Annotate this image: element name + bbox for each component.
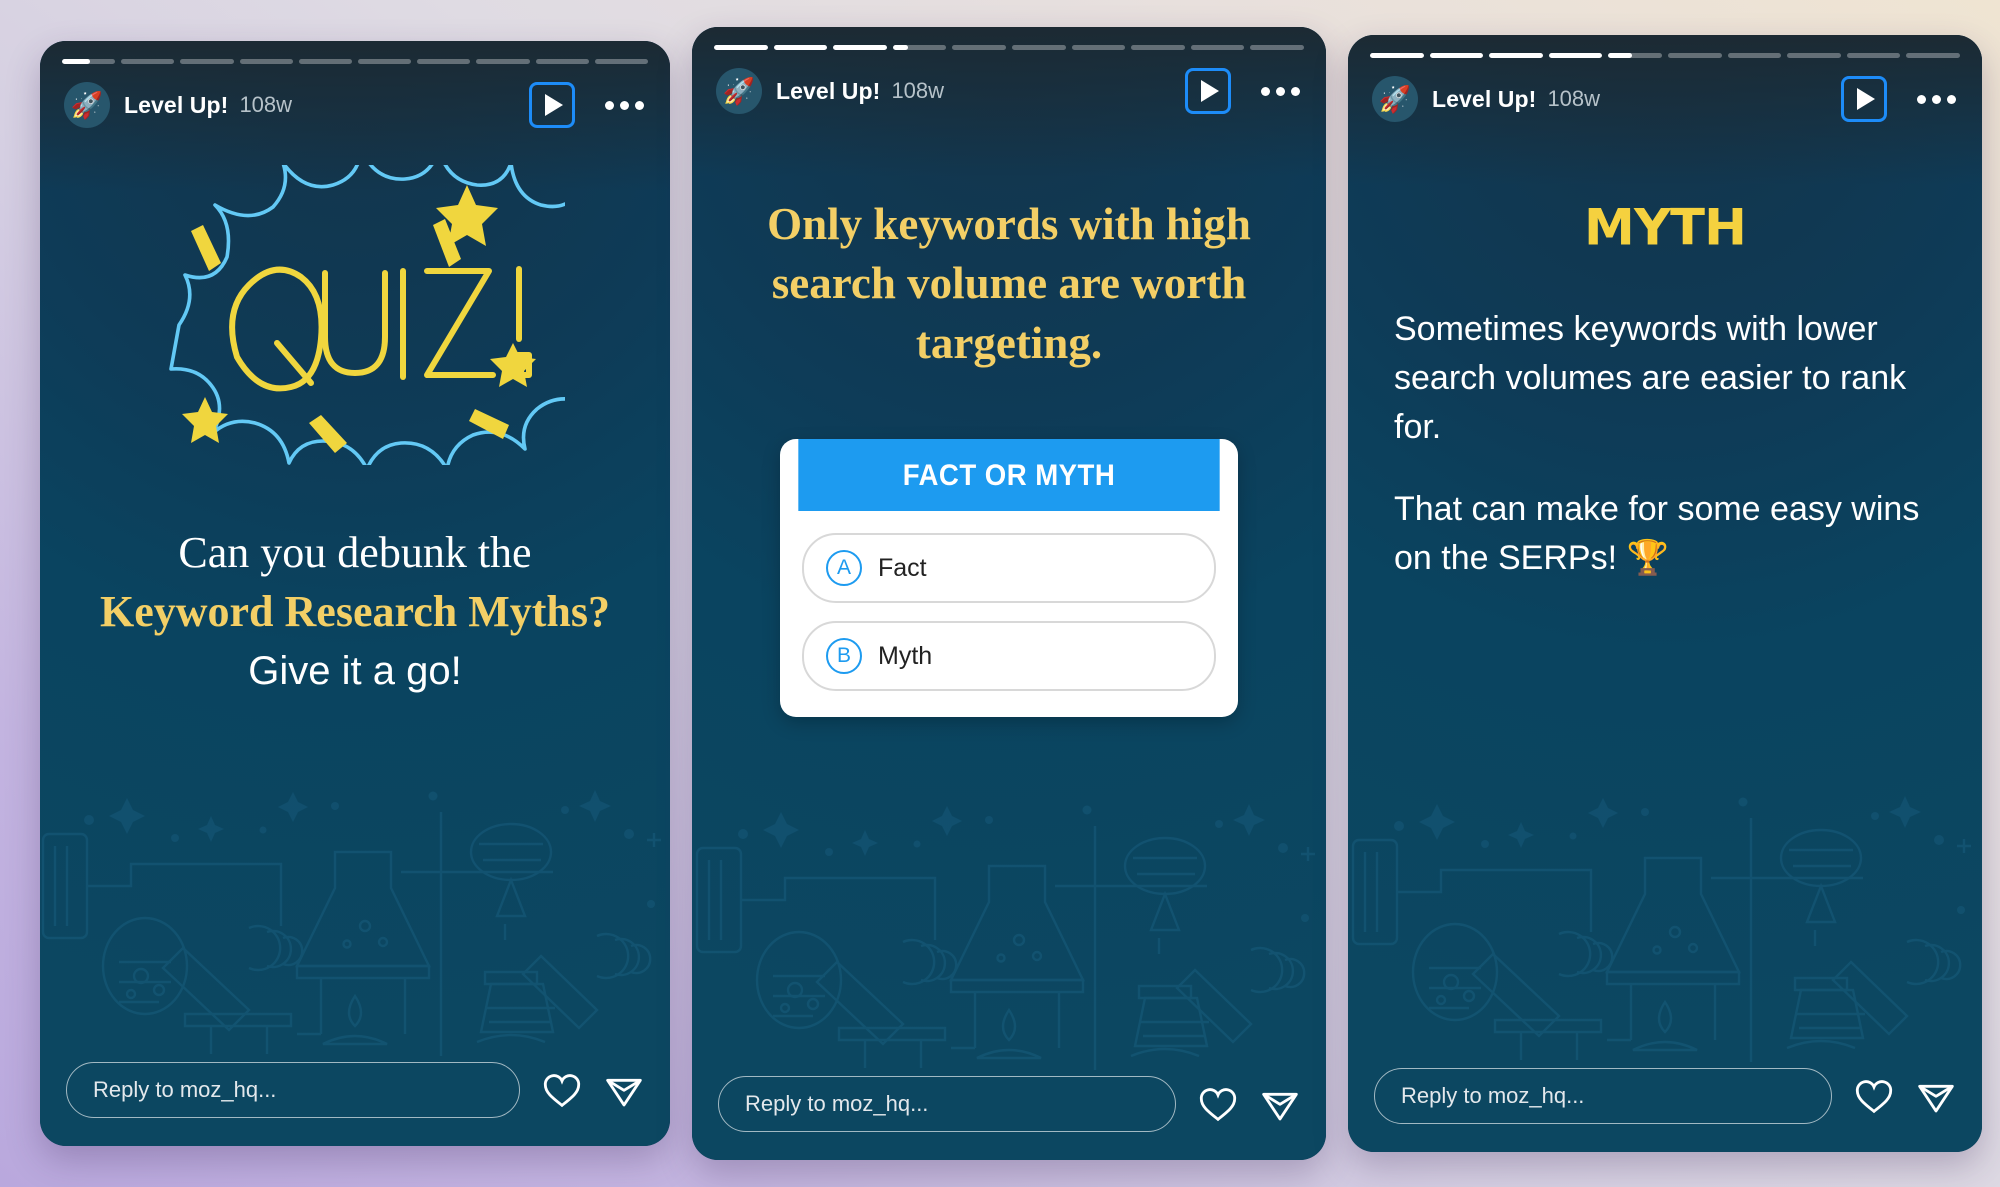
story-content: Can you debunk the Keyword Research Myth… bbox=[40, 151, 670, 1041]
progress-segment[interactable] bbox=[1011, 45, 1066, 50]
stories-row: 🚀 Level Up! 108w Can you debunk the Keyw… bbox=[0, 0, 2000, 1187]
option-letter-b: B bbox=[826, 638, 862, 675]
heart-icon[interactable] bbox=[1198, 1085, 1238, 1123]
more-options-icon[interactable] bbox=[605, 100, 644, 110]
progress-segment[interactable] bbox=[1906, 53, 1960, 58]
option-letter-a: A bbox=[826, 550, 862, 587]
rocket-icon[interactable]: 🚀 bbox=[64, 82, 110, 128]
progress-segment[interactable] bbox=[535, 59, 589, 64]
myth-verdict-text: MYTH bbox=[1584, 199, 1746, 256]
progress-segment[interactable] bbox=[892, 45, 947, 50]
story-card-answer[interactable]: 🚀 Level Up! 108w MYTH Sometimes keywords… bbox=[1348, 35, 1982, 1152]
play-button[interactable] bbox=[1185, 68, 1231, 114]
story-card-question[interactable]: 🚀 Level Up! 108w Only keywords with high… bbox=[692, 27, 1326, 1160]
progress-segment[interactable] bbox=[952, 45, 1006, 50]
rocket-icon[interactable]: 🚀 bbox=[716, 68, 762, 114]
caption-line-2: Keyword Research Myths? bbox=[100, 586, 610, 636]
account-name[interactable]: Level Up! bbox=[124, 92, 228, 119]
story-header: 🚀 Level Up! 108w bbox=[1348, 35, 1982, 122]
progress-segment[interactable] bbox=[833, 45, 887, 50]
progress-segment[interactable] bbox=[1131, 45, 1185, 50]
progress-segment[interactable] bbox=[298, 59, 353, 64]
progress-segment[interactable] bbox=[1370, 53, 1424, 58]
story-caption: Can you debunk the Keyword Research Myth… bbox=[78, 527, 632, 695]
progress-segment[interactable] bbox=[358, 59, 412, 64]
heart-icon[interactable] bbox=[1854, 1077, 1894, 1115]
story-footer bbox=[1348, 1052, 1982, 1152]
story-timestamp: 108w bbox=[891, 78, 945, 103]
quiz-card-header: FACT OR MYTH bbox=[798, 439, 1220, 512]
story-card-quiz-intro[interactable]: 🚀 Level Up! 108w Can you debunk the Keyw… bbox=[40, 41, 670, 1146]
story-footer bbox=[692, 1060, 1326, 1160]
more-options-icon[interactable] bbox=[1917, 94, 1956, 104]
play-icon bbox=[1857, 88, 1875, 110]
progress-segment[interactable] bbox=[180, 59, 234, 64]
reply-input[interactable] bbox=[66, 1062, 520, 1118]
story-header: 🚀 Level Up! 108w bbox=[40, 41, 670, 128]
progress-segment[interactable] bbox=[1071, 45, 1126, 50]
account-name[interactable]: Level Up! bbox=[776, 78, 880, 105]
progress-segment[interactable] bbox=[1608, 53, 1662, 58]
story-content: MYTH Sometimes keywords with lower searc… bbox=[1348, 145, 1982, 1047]
caption-line-3: Give it a go! bbox=[248, 648, 462, 693]
send-icon[interactable] bbox=[1916, 1076, 1956, 1116]
play-icon bbox=[545, 94, 563, 116]
caption-line-1: Can you debunk the bbox=[178, 528, 532, 577]
progress-segment[interactable] bbox=[594, 59, 649, 64]
progress-segment[interactable] bbox=[1429, 53, 1484, 58]
question-headline: Only keywords with high search volume ar… bbox=[767, 199, 1251, 368]
story-header: 🚀 Level Up! 108w bbox=[692, 27, 1326, 114]
story-footer bbox=[40, 1046, 670, 1146]
play-button[interactable] bbox=[529, 82, 575, 128]
option-label-a: Fact bbox=[878, 553, 927, 582]
send-icon[interactable] bbox=[604, 1070, 644, 1110]
heart-icon[interactable] bbox=[542, 1071, 582, 1109]
progress-segment[interactable] bbox=[714, 45, 768, 50]
progress-segment[interactable] bbox=[1727, 53, 1782, 58]
rocket-icon[interactable]: 🚀 bbox=[1372, 76, 1418, 122]
progress-segment[interactable] bbox=[1846, 53, 1901, 58]
option-label-b: Myth bbox=[878, 641, 933, 670]
progress-segment[interactable] bbox=[239, 59, 293, 64]
answer-body: Sometimes keywords with lower search vol… bbox=[1386, 305, 1944, 584]
progress-segment[interactable] bbox=[1787, 53, 1841, 58]
story-timestamp: 108w bbox=[1547, 86, 1601, 111]
story-timestamp: 108w bbox=[239, 92, 293, 117]
progress-segment[interactable] bbox=[1489, 53, 1543, 58]
progress-segment[interactable] bbox=[1190, 45, 1245, 50]
quiz-option-a[interactable]: A Fact bbox=[802, 533, 1216, 604]
progress-segment[interactable] bbox=[773, 45, 828, 50]
account-name[interactable]: Level Up! bbox=[1432, 86, 1536, 113]
myth-verdict-graphic: MYTH bbox=[1584, 199, 1747, 256]
send-icon[interactable] bbox=[1260, 1084, 1300, 1124]
story-progress-bars[interactable] bbox=[62, 59, 649, 64]
quiz-option-b[interactable]: B Myth bbox=[802, 621, 1216, 692]
reply-input[interactable] bbox=[1374, 1068, 1832, 1124]
progress-segment[interactable] bbox=[1250, 45, 1304, 50]
story-content: Only keywords with high search volume ar… bbox=[692, 137, 1326, 1055]
more-options-icon[interactable] bbox=[1261, 86, 1300, 96]
story-progress-bars[interactable] bbox=[1370, 53, 1960, 58]
quiz-burst-graphic bbox=[169, 165, 565, 465]
story-progress-bars[interactable] bbox=[714, 45, 1304, 50]
progress-segment[interactable] bbox=[1548, 53, 1603, 58]
play-button[interactable] bbox=[1841, 76, 1887, 122]
answer-paragraph-2: That can make for some easy wins on the … bbox=[1394, 490, 1920, 578]
progress-segment[interactable] bbox=[121, 59, 175, 64]
progress-segment[interactable] bbox=[1667, 53, 1722, 58]
progress-segment[interactable] bbox=[62, 59, 116, 64]
answer-paragraph-1: Sometimes keywords with lower search vol… bbox=[1394, 309, 1907, 446]
quiz-card: FACT OR MYTH A Fact B Myth bbox=[780, 439, 1238, 718]
play-icon bbox=[1201, 80, 1219, 102]
progress-segment[interactable] bbox=[476, 59, 530, 64]
progress-segment[interactable] bbox=[417, 59, 471, 64]
reply-input[interactable] bbox=[718, 1076, 1176, 1132]
